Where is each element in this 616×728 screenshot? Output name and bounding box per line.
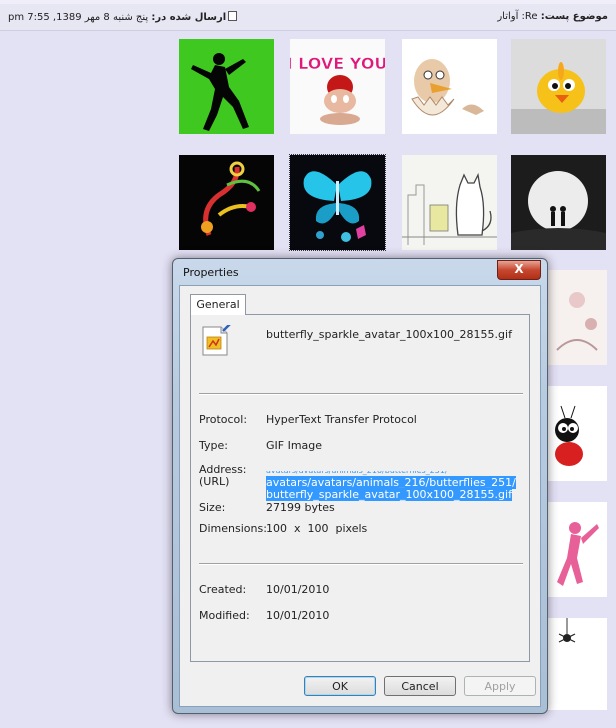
post-subject-value[interactable]: Re: آواتار xyxy=(497,11,537,22)
size-value: 27199 bytes xyxy=(266,501,335,514)
svg-text:I LOVE YOU: I LOVE YOU xyxy=(290,54,385,73)
general-tab-panel: butterfly_sparkle_avatar_100x100_28155.g… xyxy=(190,314,530,662)
created-value: 10/01/2010 xyxy=(266,583,330,596)
post-header: موضوع پست: Re: آواتار ارسال شده در: پنج … xyxy=(0,0,616,31)
type-value: GIF Image xyxy=(266,439,323,452)
created-label: Created: xyxy=(199,583,247,596)
close-button[interactable]: X xyxy=(497,260,541,280)
sketch-cat-avatar[interactable] xyxy=(402,155,497,250)
dialog-client: General butterfly_sparkle_avatar_100x100… xyxy=(179,285,541,707)
modified-value: 10/01/2010 xyxy=(266,609,330,622)
ladybug-avatar[interactable] xyxy=(547,386,607,481)
pink-flower-avatar[interactable] xyxy=(547,270,607,365)
tab-general[interactable]: General xyxy=(190,294,246,315)
address-value[interactable]: avatars/avatars/animals_216/butterflies_… xyxy=(266,471,522,501)
post-subject: موضوع پست: Re: آواتار xyxy=(497,11,608,22)
ok-button[interactable]: OK xyxy=(304,676,376,696)
post-sent-label: ارسال شده در: xyxy=(151,12,227,23)
apply-button[interactable]: Apply xyxy=(464,676,536,696)
close-icon: X xyxy=(514,262,524,276)
dimensions-value: 100 x 100 pixels xyxy=(266,522,368,535)
protocol-label: Protocol: xyxy=(199,413,248,426)
hatching-chick-avatar[interactable] xyxy=(402,39,497,134)
size-label: Size: xyxy=(199,501,226,514)
post-subject-label: موضوع پست: xyxy=(540,11,608,22)
i-love-you-avatar[interactable]: I LOVE YOU xyxy=(290,39,385,134)
moon-couple-avatar[interactable] xyxy=(511,155,606,250)
protocol-value: HyperText Transfer Protocol xyxy=(266,413,417,426)
spider-avatar[interactable] xyxy=(547,618,607,710)
dimensions-label: Dimensions: xyxy=(199,522,267,535)
butterfly-sparkle-avatar[interactable] xyxy=(289,154,386,251)
yellow-chick-avatar[interactable] xyxy=(511,39,606,134)
post-sent-value: پنج شنبه 8 مهر 1389, 7:55 pm xyxy=(8,12,149,23)
type-label: Type: xyxy=(199,439,228,452)
dialog-title: Properties xyxy=(183,266,239,279)
cancel-button[interactable]: Cancel xyxy=(384,676,456,696)
separator xyxy=(199,393,523,395)
gif-file-icon xyxy=(201,322,232,357)
address-selected-text[interactable]: avatars/avatars/animals_216/butterflies_… xyxy=(266,476,516,501)
post-icon[interactable] xyxy=(228,11,238,21)
modified-label: Modified: xyxy=(199,609,250,622)
pink-dancer-avatar[interactable] xyxy=(547,502,607,597)
dancing-silhouette-avatar[interactable] xyxy=(179,39,274,134)
properties-dialog: Properties X General butterfly_sparkle_a… xyxy=(172,258,548,714)
file-name: butterfly_sparkle_avatar_100x100_28155.g… xyxy=(266,328,512,341)
url-label: (URL) xyxy=(199,475,230,488)
separator xyxy=(199,563,523,565)
post-sent: ارسال شده در: پنج شنبه 8 مهر 1389, 7:55 … xyxy=(8,11,238,23)
ornament-avatar[interactable] xyxy=(179,155,274,250)
